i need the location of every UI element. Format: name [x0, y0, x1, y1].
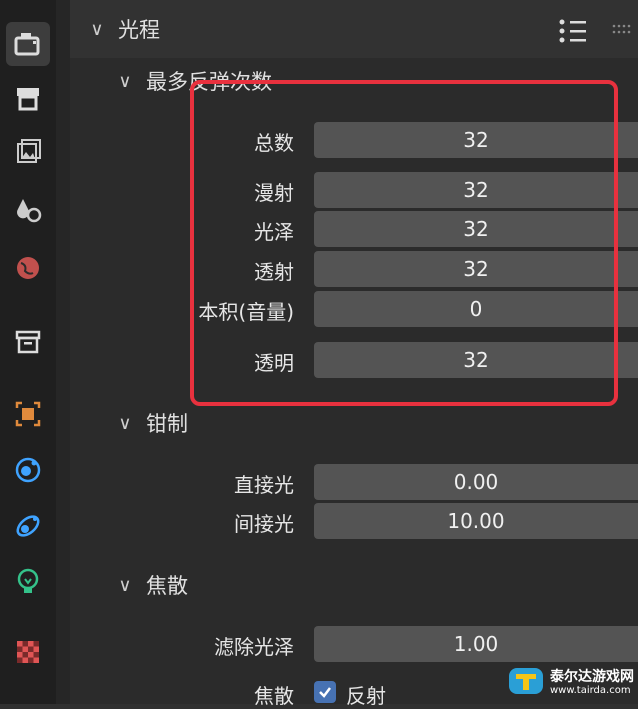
particles-icon[interactable] — [6, 504, 50, 548]
clamp-indirect-field[interactable]: 10.00 — [314, 503, 638, 539]
watermark-logo-icon — [509, 668, 543, 694]
texture-icon[interactable] — [6, 630, 50, 674]
reflective-caustics-checkbox[interactable] — [314, 681, 336, 703]
world-icon[interactable] — [6, 246, 50, 290]
presets-list-icon[interactable] — [558, 18, 588, 48]
chevron-down-icon: ∨ — [118, 412, 132, 434]
chevron-down-icon: ∨ — [90, 18, 104, 40]
output-icon[interactable] — [6, 76, 50, 120]
caustics-label: 焦散 — [254, 684, 294, 708]
site-watermark: 泰尔达游戏网 www.tairda.com — [506, 660, 638, 704]
scene-icon[interactable] — [6, 188, 50, 232]
caustics-title: 焦散 — [146, 574, 188, 598]
watermark-url: www.tairda.com — [550, 684, 631, 696]
clamp-indirect-label: 间接光 — [234, 512, 294, 536]
light-paths-header[interactable]: ∨ 光程 — [86, 14, 160, 44]
filter-glossy-label: 滤除光泽 — [214, 635, 294, 659]
collection-icon[interactable] — [6, 320, 50, 364]
clamping-header[interactable]: ∨ 钳制 — [114, 408, 188, 438]
panel-gutter — [56, 0, 70, 704]
light-paths-title: 光程 — [118, 18, 160, 42]
modifier-icon[interactable] — [6, 448, 50, 492]
filter-glossy-field[interactable]: 1.00 — [314, 626, 638, 662]
chevron-down-icon: ∨ — [118, 574, 132, 596]
highlight-box — [190, 80, 618, 406]
chevron-down-icon: ∨ — [118, 70, 132, 92]
drag-handle-icon[interactable] — [612, 22, 634, 41]
clamp-direct-field[interactable]: 0.00 — [314, 464, 638, 500]
view-layer-icon[interactable] — [6, 130, 50, 174]
clamping-title: 钳制 — [146, 412, 188, 436]
clamp-direct-label: 直接光 — [234, 473, 294, 497]
render-icon[interactable] — [6, 22, 50, 66]
watermark-name: 泰尔达游戏网 — [550, 668, 634, 685]
reflective-caustics-label: 反射 — [346, 684, 386, 708]
physics-icon[interactable] — [6, 560, 50, 604]
properties-tab-bar — [0, 0, 56, 704]
object-icon[interactable] — [6, 392, 50, 436]
caustics-header[interactable]: ∨ 焦散 — [114, 570, 188, 600]
checkmark-icon — [319, 687, 331, 698]
